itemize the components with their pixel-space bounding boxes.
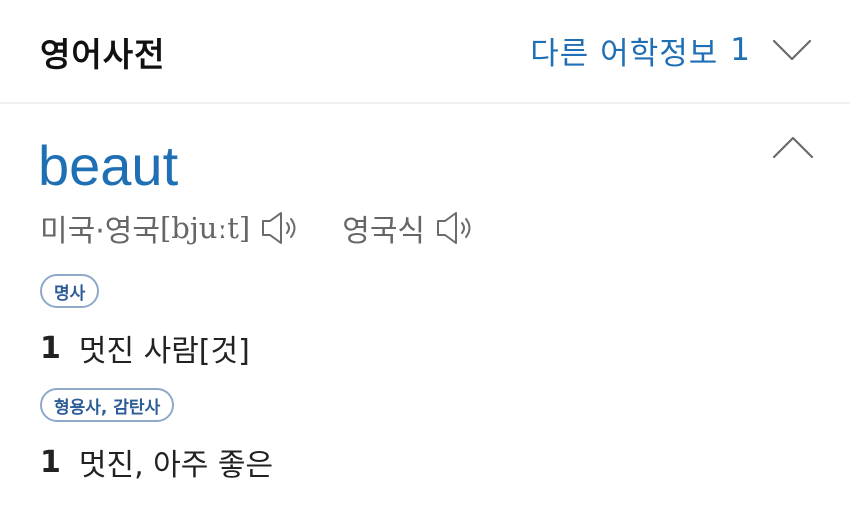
definition-text: 멋진 사람[것] bbox=[78, 334, 250, 369]
speaker-icon[interactable] bbox=[435, 210, 475, 246]
other-info-label: 다른 어학정보 bbox=[530, 35, 719, 72]
pronunciation-row: 미국·영국 [bjuːt] 영국식 bbox=[40, 206, 475, 250]
definition-item: 1 멋진 사람[것] bbox=[40, 328, 250, 370]
definition-number: 1 bbox=[40, 444, 61, 480]
page-title: 영어사전 bbox=[40, 35, 166, 74]
definition-item: 1 멋진, 아주 좋은 bbox=[40, 442, 274, 484]
other-info-button[interactable]: 다른 어학정보 1 bbox=[530, 28, 812, 72]
definition-text: 멋진, 아주 좋은 bbox=[78, 448, 274, 483]
dictionary-entry: beaut 미국·영국 [bjuːt] 영국식 명사 1 멋진 사람[것] 형용… bbox=[0, 106, 850, 510]
pronunciation-ipa: [bjuːt] bbox=[159, 211, 251, 245]
definition-number: 1 bbox=[40, 330, 61, 366]
part-of-speech-badge: 명사 bbox=[40, 274, 100, 308]
headword[interactable]: beaut bbox=[38, 136, 178, 196]
chevron-up-icon[interactable] bbox=[772, 134, 814, 160]
pronunciation-uk-label: 영국식 bbox=[342, 214, 426, 249]
other-info-count: 1 bbox=[730, 32, 750, 68]
chevron-down-icon bbox=[772, 39, 812, 61]
pronunciation-us-uk-label: 미국·영국 bbox=[40, 214, 160, 249]
speaker-icon[interactable] bbox=[260, 210, 300, 246]
dictionary-header: 영어사전 다른 어학정보 1 bbox=[0, 0, 850, 104]
part-of-speech-badge: 형용사, 감탄사 bbox=[40, 388, 175, 422]
